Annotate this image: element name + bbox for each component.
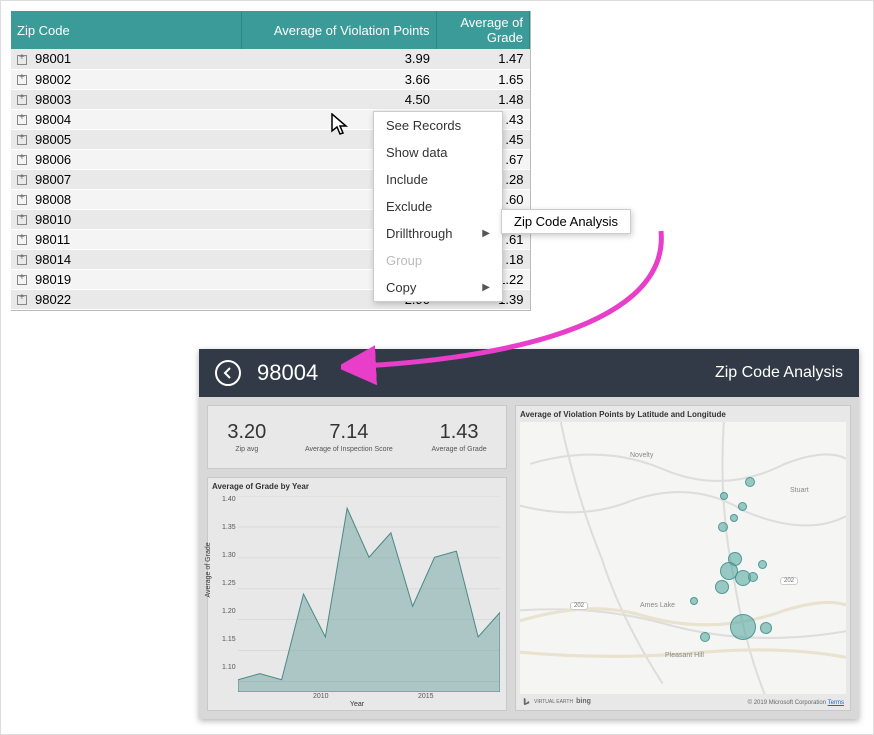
drillthrough-page: 98004 Zip Code Analysis 3.20Zip avg 7.14… bbox=[199, 349, 859, 719]
table-row[interactable]: 98001 3.991.47 bbox=[11, 49, 530, 69]
kpi-card[interactable]: 3.20Zip avg 7.14Average of Inspection Sc… bbox=[207, 405, 507, 469]
ctx-exclude[interactable]: Exclude bbox=[374, 193, 502, 220]
cell-grade: 1.65 bbox=[436, 69, 530, 89]
table-header-row: Zip Code Average of Violation Points Ave… bbox=[11, 11, 530, 49]
x-axis-label: Year bbox=[350, 701, 364, 708]
cell-avp: 3.99 bbox=[241, 49, 436, 69]
cell-zip: 98005 bbox=[35, 132, 71, 147]
cell-zip: 98001 bbox=[35, 51, 71, 66]
chart-title: Average of Grade by Year bbox=[212, 482, 502, 491]
chevron-right-icon: ▶ bbox=[482, 282, 490, 293]
x-tick: 2010 bbox=[313, 693, 329, 700]
cell-zip: 98002 bbox=[35, 72, 71, 87]
dashboard-header: 98004 Zip Code Analysis bbox=[199, 349, 859, 397]
expand-icon[interactable] bbox=[17, 115, 27, 125]
map-copyright: © 2019 Microsoft Corporation Terms bbox=[748, 700, 844, 706]
expand-icon[interactable] bbox=[17, 175, 27, 185]
y-tick: 1.10 bbox=[222, 664, 236, 671]
col-header-avp[interactable]: Average of Violation Points bbox=[241, 11, 436, 49]
cell-zip: 98011 bbox=[35, 232, 70, 247]
route-shield: 202 bbox=[780, 577, 798, 585]
y-tick: 1.25 bbox=[222, 580, 236, 587]
drillthrough-submenu[interactable]: Zip Code Analysis bbox=[501, 209, 631, 234]
expand-icon[interactable] bbox=[17, 135, 27, 145]
cell-avp: 4.50 bbox=[241, 89, 436, 109]
bing-icon bbox=[522, 697, 531, 706]
page-title: Zip Code Analysis bbox=[715, 364, 843, 382]
map-title: Average of Violation Points by Latitude … bbox=[520, 410, 846, 419]
expand-icon[interactable] bbox=[17, 155, 27, 165]
expand-icon[interactable] bbox=[17, 195, 27, 205]
map-label: Novelty bbox=[630, 452, 653, 459]
map-label: Stuart bbox=[790, 487, 809, 494]
expand-icon[interactable] bbox=[17, 295, 27, 305]
cell-zip: 98007 bbox=[35, 172, 71, 187]
ctx-copy[interactable]: Copy▶ bbox=[374, 274, 502, 301]
y-tick: 1.15 bbox=[222, 636, 236, 643]
expand-icon[interactable] bbox=[17, 75, 27, 85]
cell-zip: 98010 bbox=[35, 212, 71, 227]
map-canvas[interactable]: 202 202 Novelty Stuart Ames Lake Pleasan… bbox=[520, 422, 846, 694]
terms-link[interactable]: Terms bbox=[828, 700, 844, 706]
cell-avp: 3.66 bbox=[241, 69, 436, 89]
cell-zip: 98003 bbox=[35, 92, 71, 107]
chevron-right-icon: ▶ bbox=[482, 228, 490, 239]
expand-icon[interactable] bbox=[17, 255, 27, 265]
cell-zip: 98019 bbox=[35, 272, 71, 287]
cell-zip: 98014 bbox=[35, 252, 71, 267]
table-row[interactable]: 98002 3.661.65 bbox=[11, 69, 530, 89]
kpi-avg-grade: 1.43Average of Grade bbox=[431, 421, 486, 453]
expand-icon[interactable] bbox=[17, 55, 27, 65]
y-tick: 1.35 bbox=[222, 524, 236, 531]
route-shield: 202 bbox=[570, 602, 588, 610]
col-header-grade[interactable]: Average of Grade bbox=[436, 11, 530, 49]
y-tick: 1.40 bbox=[222, 496, 236, 503]
area-chart-svg bbox=[238, 496, 500, 692]
expand-icon[interactable] bbox=[17, 215, 27, 225]
cell-grade: 1.48 bbox=[436, 89, 530, 109]
ctx-group: Group bbox=[374, 247, 502, 274]
x-tick: 2015 bbox=[418, 693, 434, 700]
ctx-show-data[interactable]: Show data bbox=[374, 139, 502, 166]
expand-icon[interactable] bbox=[17, 235, 27, 245]
page-title-zip: 98004 bbox=[257, 360, 318, 386]
submenu-zip-analysis[interactable]: Zip Code Analysis bbox=[514, 214, 618, 229]
cell-grade: 1.47 bbox=[436, 49, 530, 69]
back-button[interactable] bbox=[215, 360, 241, 386]
bing-logo: VIRTUAL EARTH bing bbox=[522, 697, 591, 706]
col-header-zip[interactable]: Zip Code bbox=[11, 11, 241, 49]
expand-icon[interactable] bbox=[17, 95, 27, 105]
table-row[interactable]: 98003 4.501.48 bbox=[11, 89, 530, 109]
map-label: Ames Lake bbox=[640, 602, 675, 609]
ctx-include[interactable]: Include bbox=[374, 166, 502, 193]
ctx-drillthrough[interactable]: Drillthrough▶ bbox=[374, 220, 502, 247]
arrow-left-icon bbox=[221, 366, 235, 380]
kpi-inspection-score: 7.14Average of Inspection Score bbox=[305, 421, 393, 453]
y-tick: 1.30 bbox=[222, 552, 236, 559]
y-axis-label: Average of Grade bbox=[205, 542, 212, 597]
kpi-zip-avg: 3.20Zip avg bbox=[227, 421, 266, 453]
ctx-see-records[interactable]: See Records bbox=[374, 112, 502, 139]
cell-zip: 98004 bbox=[35, 112, 71, 127]
cell-zip: 98006 bbox=[35, 152, 71, 167]
area-chart[interactable]: Average of Grade by Year Average of Grad… bbox=[207, 477, 507, 711]
map-visual[interactable]: Average of Violation Points by Latitude … bbox=[515, 405, 851, 711]
context-menu: See Records Show data Include Exclude Dr… bbox=[373, 111, 503, 302]
expand-icon[interactable] bbox=[17, 275, 27, 285]
map-label: Pleasant Hill bbox=[665, 652, 704, 659]
cell-zip: 98008 bbox=[35, 192, 71, 207]
y-tick: 1.20 bbox=[222, 608, 236, 615]
cell-zip: 98022 bbox=[35, 292, 71, 307]
